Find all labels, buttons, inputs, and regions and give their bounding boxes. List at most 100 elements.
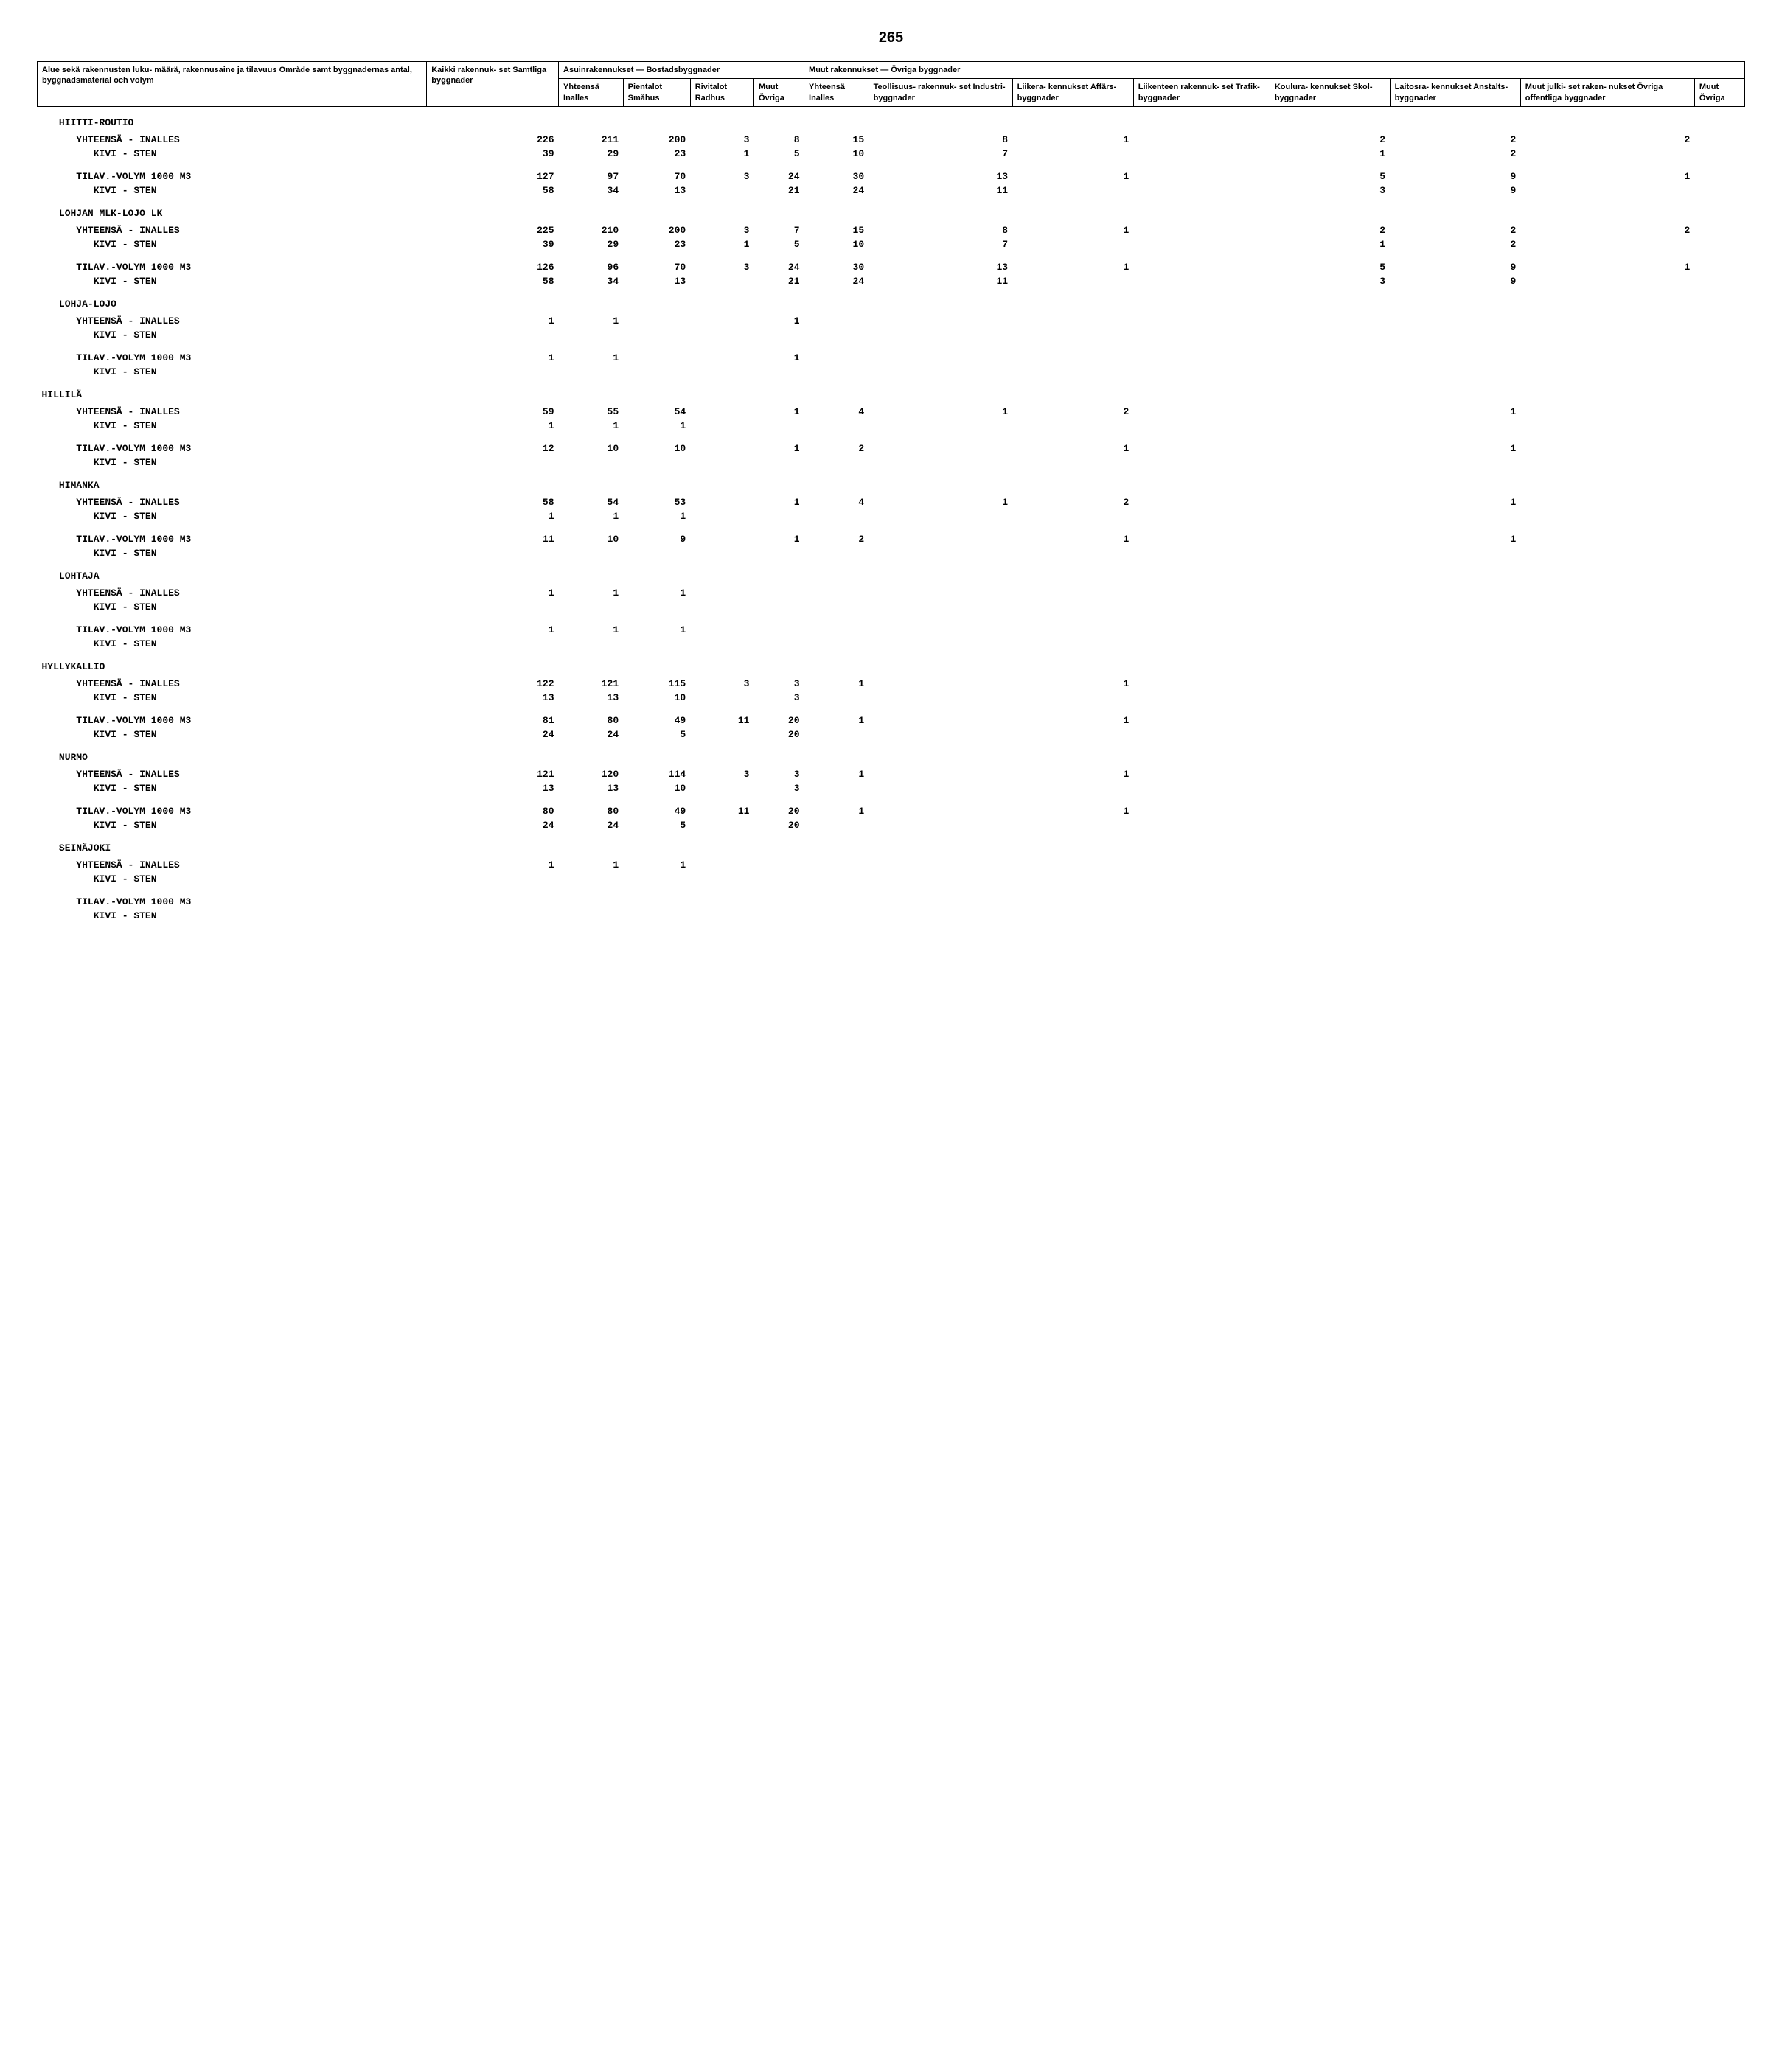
cell — [1520, 456, 1694, 470]
cell: 1 — [1012, 170, 1133, 184]
cell — [1520, 637, 1694, 651]
table-header: Alue sekä rakennusten luku- määrä, raken… — [38, 62, 1745, 107]
cell — [1694, 184, 1744, 198]
row-label: TILAV.-VOLYM 1000 M3 — [38, 260, 427, 274]
cell — [1520, 509, 1694, 523]
cell: 1 — [427, 419, 559, 433]
row-label: TILAV.-VOLYM 1000 M3 — [38, 351, 427, 365]
header-muut-laitosra: Laitosra- kennukset Anstalts- byggnader — [1390, 79, 1520, 107]
cell — [1694, 586, 1744, 600]
cell — [1520, 872, 1694, 886]
cell — [1270, 909, 1390, 923]
cell — [1270, 600, 1390, 614]
cell — [1133, 804, 1270, 818]
header-asuin-muut: Muut Övriga — [753, 79, 804, 107]
cell: 59 — [427, 405, 559, 419]
cell: 13 — [427, 691, 559, 705]
cell — [1694, 365, 1744, 379]
cell — [1694, 274, 1744, 288]
cell: 5 — [623, 728, 690, 742]
header-kaikki: Kaikki rakennuk- set Samtliga byggnader — [427, 62, 559, 107]
cell — [1270, 623, 1390, 637]
cell — [1520, 600, 1694, 614]
cell — [804, 781, 869, 795]
cell: 1 — [623, 419, 690, 433]
cell: 70 — [623, 260, 690, 274]
cell — [1520, 314, 1694, 328]
cell — [1133, 170, 1270, 184]
cell — [1520, 351, 1694, 365]
cell: 7 — [869, 147, 1012, 161]
cell: 1 — [804, 767, 869, 781]
cell — [1012, 818, 1133, 832]
cell — [1133, 858, 1270, 872]
cell — [559, 600, 624, 614]
cell: 1 — [1012, 804, 1133, 818]
cell — [690, 405, 753, 419]
cell — [804, 872, 869, 886]
section-label: HILLILÄ — [38, 379, 1745, 405]
cell — [1694, 351, 1744, 365]
cell — [1520, 495, 1694, 509]
cell: 9 — [1390, 274, 1520, 288]
cell — [1520, 365, 1694, 379]
cell: 3 — [690, 133, 753, 147]
cell — [690, 691, 753, 705]
cell — [690, 365, 753, 379]
cell: 115 — [623, 677, 690, 691]
cell: 30 — [804, 260, 869, 274]
cell: 13 — [623, 184, 690, 198]
cell — [1390, 623, 1520, 637]
cell — [559, 872, 624, 886]
cell — [753, 600, 804, 614]
cell — [427, 909, 559, 923]
cell: 122 — [427, 677, 559, 691]
cell — [1270, 637, 1390, 651]
cell — [427, 637, 559, 651]
cell — [753, 858, 804, 872]
cell: 3 — [753, 691, 804, 705]
header-muut-group: Muut rakennukset — Övriga byggnader — [804, 62, 1745, 79]
cell — [1270, 586, 1390, 600]
cell — [690, 328, 753, 342]
cell — [869, 419, 1012, 433]
cell — [1133, 546, 1270, 560]
cell — [869, 714, 1012, 728]
cell — [1694, 691, 1744, 705]
cell — [1694, 909, 1744, 923]
gap — [38, 251, 1745, 260]
cell — [1694, 818, 1744, 832]
cell: 10 — [623, 691, 690, 705]
cell: 1 — [1390, 405, 1520, 419]
row-label: KIVI - STEN — [38, 328, 427, 342]
cell: 58 — [427, 184, 559, 198]
cell: 96 — [559, 260, 624, 274]
cell — [1133, 328, 1270, 342]
row-label: TILAV.-VOLYM 1000 M3 — [38, 714, 427, 728]
cell — [869, 365, 1012, 379]
cell — [1012, 586, 1133, 600]
gap — [38, 342, 1745, 351]
cell: 24 — [804, 274, 869, 288]
cell — [753, 586, 804, 600]
cell — [1520, 728, 1694, 742]
cell — [1270, 365, 1390, 379]
cell — [1520, 767, 1694, 781]
cell — [1694, 147, 1744, 161]
cell — [1133, 586, 1270, 600]
cell: 1 — [753, 405, 804, 419]
cell: 1 — [1270, 147, 1390, 161]
cell — [1133, 260, 1270, 274]
cell: 11 — [427, 532, 559, 546]
cell — [427, 546, 559, 560]
cell — [1133, 495, 1270, 509]
cell — [1270, 895, 1390, 909]
row-label: TILAV.-VOLYM 1000 M3 — [38, 442, 427, 456]
cell: 20 — [753, 818, 804, 832]
header-asuin-pientalot: Pientalot Småhus — [623, 79, 690, 107]
cell: 1 — [427, 351, 559, 365]
cell — [1270, 509, 1390, 523]
cell: 10 — [623, 781, 690, 795]
cell — [690, 909, 753, 923]
cell — [869, 728, 1012, 742]
